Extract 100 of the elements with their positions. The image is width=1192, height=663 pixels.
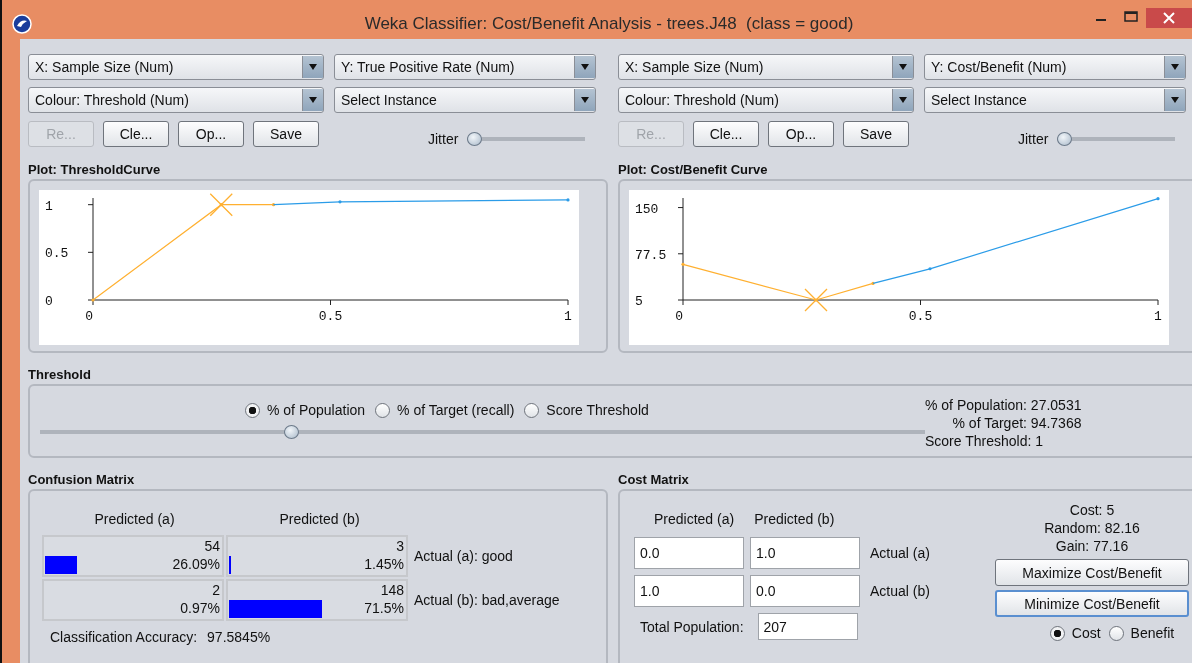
colour-dropdown[interactable]: Colour: Threshold (Num) <box>618 87 914 113</box>
y-tick-label: 150 <box>635 201 659 217</box>
row-label: Actual (a): good <box>414 548 513 564</box>
data-point <box>338 200 342 204</box>
percent-text: 71.5% <box>364 599 404 617</box>
bird-icon <box>12 13 32 34</box>
cost-field[interactable]: 1.0 <box>634 575 744 607</box>
data-point <box>219 203 223 207</box>
stat-text: % of Population: 27.0531 <box>925 396 1082 414</box>
y-tick-label: 0.5 <box>45 246 69 262</box>
jitter-label: Jitter <box>1018 131 1049 147</box>
toolbar-button[interactable]: Save <box>843 121 909 147</box>
caret-icon <box>302 56 323 78</box>
data-point <box>681 262 685 266</box>
section-title: Plot: Cost/Benefit Curve <box>618 162 769 177</box>
radio-button[interactable] <box>524 402 540 418</box>
y-axis-dropdown[interactable]: Y: True Positive Rate (Num) <box>334 54 596 80</box>
toolbar-button[interactable]: Op... <box>768 121 834 147</box>
radio-option[interactable]: Cost <box>1049 625 1101 641</box>
section-title: Threshold <box>28 367 92 382</box>
count-text: 2 <box>212 581 220 599</box>
toolbar-button[interactable]: Cle... <box>103 121 169 147</box>
toolbar-button[interactable]: Cle... <box>693 121 759 147</box>
radio-button[interactable] <box>245 402 260 418</box>
total-field[interactable]: 207 <box>757 613 858 640</box>
cost-field[interactable]: 0.0 <box>634 537 744 569</box>
radio-option[interactable]: Benefit <box>1108 625 1175 641</box>
data-point <box>1156 197 1160 201</box>
row-label: Actual (b) <box>870 583 930 599</box>
caret-icon <box>892 89 913 111</box>
caret-icon <box>302 89 323 111</box>
close-icon[interactable] <box>1146 8 1192 28</box>
instance-dropdown[interactable]: Select Instance <box>924 87 1186 113</box>
count-text: 3 <box>396 537 404 555</box>
caret-icon <box>1164 56 1185 78</box>
slider-thumb[interactable] <box>467 132 483 146</box>
slider-thumb[interactable] <box>1057 132 1073 146</box>
count-text: 54 <box>204 537 220 555</box>
x-axis-dropdown[interactable]: X: Sample Size (Num) <box>28 54 324 80</box>
x-tick-label: 0.5 <box>318 309 343 324</box>
caret-icon <box>1164 89 1185 111</box>
toolbar-button[interactable]: Op... <box>178 121 244 147</box>
slider-thumb[interactable] <box>283 425 299 439</box>
column-header: Predicted (a) <box>93 511 176 527</box>
stat-text: Score Threshold: 1 <box>925 432 1044 450</box>
window-title: Weka Classifier: Cost/Benefit Analysis - trees.J48 (class = good) <box>363 13 855 34</box>
cross-marker <box>209 193 233 217</box>
stat-text: Cost: 5 <box>1069 501 1115 519</box>
data-point <box>271 203 276 207</box>
x-axis-dropdown[interactable]: X: Sample Size (Num) <box>618 54 914 80</box>
jitter-label: Jitter <box>428 131 459 147</box>
caret-icon <box>892 56 913 78</box>
optimize-button[interactable]: Minimize Cost/Benefit <box>995 590 1189 617</box>
toolbar-button[interactable]: Save <box>253 121 319 147</box>
cost-field[interactable]: 0.0 <box>750 575 860 607</box>
y-tick-label: 5 <box>635 294 643 309</box>
radio-option[interactable]: % of Population <box>245 402 366 418</box>
total-label: Total Population: <box>640 618 744 635</box>
stat-text: % of Target: 94.7368 <box>952 414 1082 432</box>
optimize-button[interactable]: Maximize Cost/Benefit <box>995 559 1189 586</box>
radio-button[interactable] <box>1108 625 1124 641</box>
percent-text: 1.45% <box>364 555 404 573</box>
column-header: Predicted (a) <box>654 511 735 527</box>
stat-text: Random: 82.16 <box>1044 519 1140 537</box>
section-title: Confusion Matrix <box>28 472 136 487</box>
radio-button[interactable] <box>1049 625 1065 641</box>
row-label: Actual (b): bad,average <box>414 592 560 608</box>
data-point <box>91 298 95 302</box>
count-text: 148 <box>380 581 404 599</box>
caret-icon <box>574 56 595 78</box>
instance-dropdown[interactable]: Select Instance <box>334 87 596 113</box>
section-title: Plot: ThresholdCurve <box>28 162 162 177</box>
percent-text: 26.09% <box>172 555 220 573</box>
column-header: Predicted (b) <box>278 511 361 527</box>
y-tick-label: 0 <box>45 294 53 309</box>
x-tick-label: 0 <box>675 309 683 324</box>
radio-button[interactable] <box>375 402 391 418</box>
y-tick-label: 1 <box>45 198 53 214</box>
cost-field[interactable]: 1.0 <box>750 537 860 569</box>
stat-text: Gain: 77.16 <box>1055 537 1129 555</box>
x-tick-label: 1 <box>1154 309 1162 324</box>
cross-marker <box>804 288 828 312</box>
percent-text: 0.97% <box>180 599 220 617</box>
radio-option[interactable]: % of Target (recall) <box>375 402 515 418</box>
column-header: Predicted (b) <box>754 511 835 527</box>
x-tick-label: 1 <box>564 309 572 324</box>
row-label: Actual (a) <box>870 545 930 561</box>
y-tick-label: 77.5 <box>635 247 667 263</box>
data-point <box>566 198 570 202</box>
x-tick-label: 0 <box>85 309 93 324</box>
data-point <box>928 267 932 271</box>
x-tick-label: 0.5 <box>908 309 933 324</box>
data-point <box>871 281 875 285</box>
section-title: Cost Matrix <box>618 472 690 487</box>
y-axis-dropdown[interactable]: Y: Cost/Benefit (Num) <box>924 54 1186 80</box>
caret-icon <box>574 89 595 111</box>
accuracy-value: 97.5845% <box>207 629 271 645</box>
radio-option[interactable]: Score Threshold <box>524 402 649 418</box>
accuracy-label: Classification Accuracy: <box>50 629 198 645</box>
colour-dropdown[interactable]: Colour: Threshold (Num) <box>28 87 324 113</box>
